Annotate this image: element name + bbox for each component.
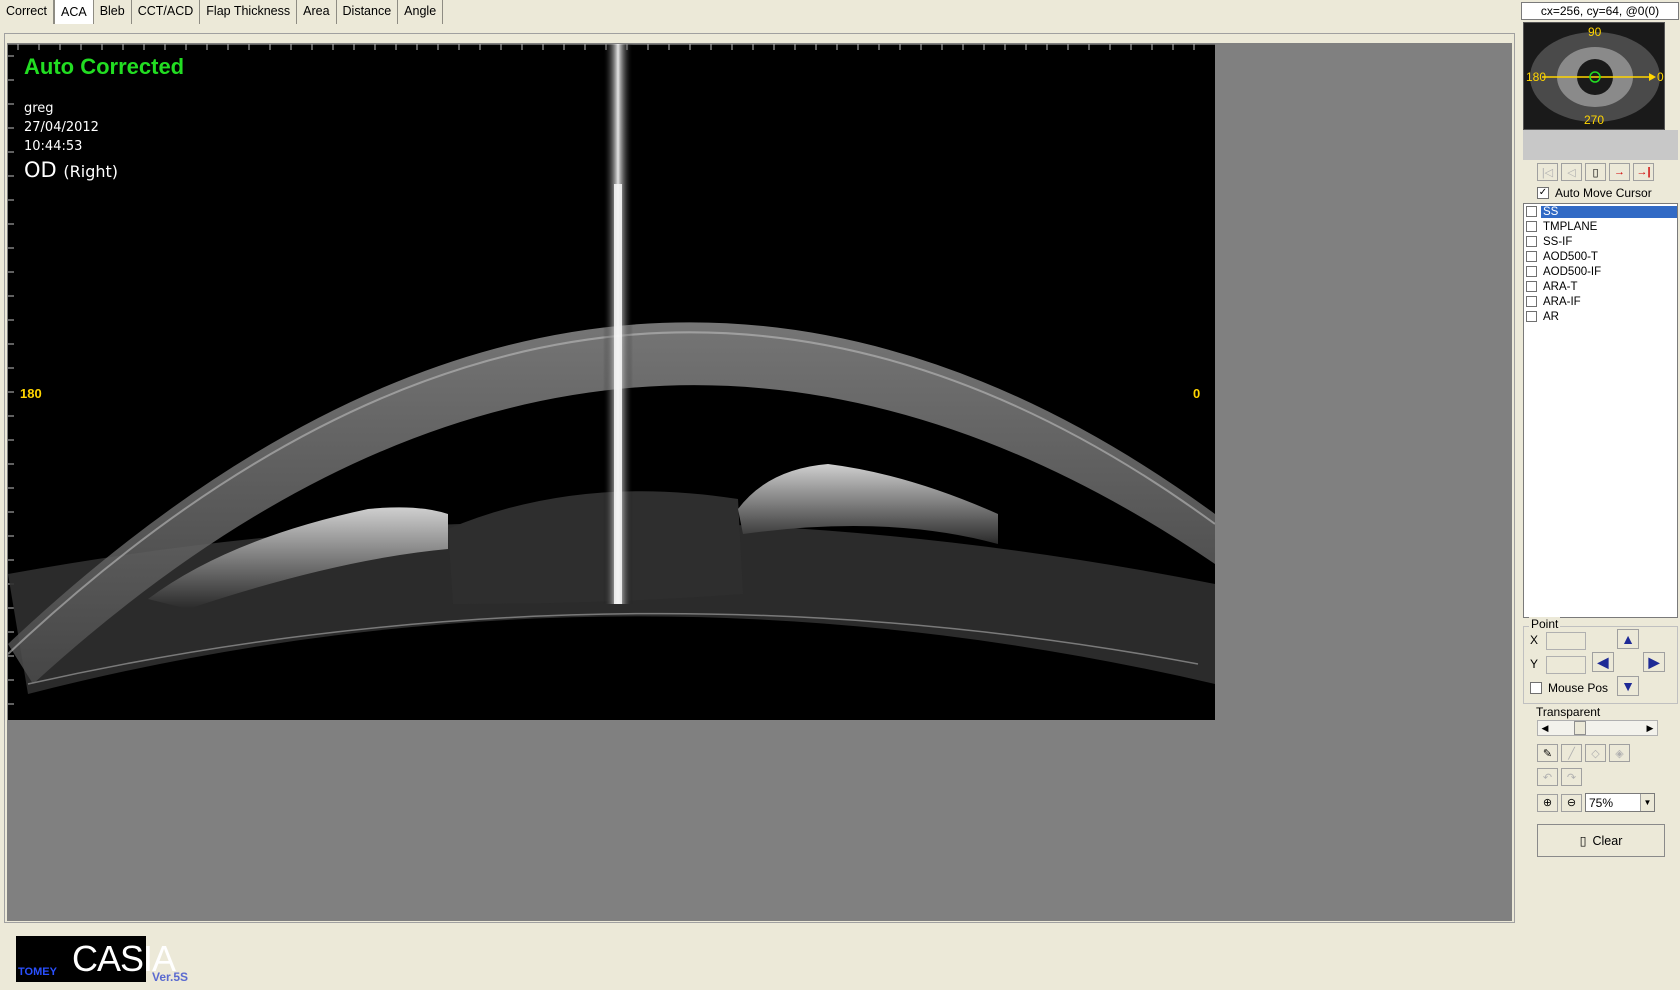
pen-tool-icon[interactable]: ╱ bbox=[1561, 744, 1582, 762]
tab-aca[interactable]: ACA bbox=[53, 0, 94, 24]
redo-icon[interactable]: ↷ bbox=[1561, 768, 1582, 786]
point-group-title: Point bbox=[1529, 617, 1561, 631]
checkbox-icon[interactable] bbox=[1526, 266, 1537, 277]
checkbox-icon[interactable] bbox=[1526, 221, 1537, 232]
transparent-label: Transparent bbox=[1536, 705, 1601, 719]
tab-bar: Correct ACA Bleb CCT/ACD Flap Thickness Area D… bbox=[0, 0, 444, 24]
list-item-label: ARA-T bbox=[1543, 280, 1578, 293]
angle-label-right: 0 bbox=[1193, 386, 1201, 401]
document-icon: ▯ bbox=[1579, 834, 1587, 848]
list-item[interactable]: TMPLANE bbox=[1524, 219, 1677, 234]
list-item-label: AOD500-T bbox=[1543, 250, 1598, 263]
arrow-left-button[interactable]: ◀ bbox=[1592, 652, 1614, 672]
list-item[interactable]: AOD500-T bbox=[1524, 249, 1677, 264]
zoom-out-icon[interactable]: ⊖ bbox=[1561, 793, 1582, 812]
zoom-in-icon[interactable]: ⊕ bbox=[1537, 793, 1558, 812]
undo-redo-toolbar: ↶ ↷ bbox=[1537, 768, 1582, 786]
zoom-toolbar: ⊕ ⊖ 75% ▼ bbox=[1537, 793, 1655, 812]
last-icon[interactable]: →| bbox=[1633, 163, 1654, 181]
auto-corrected-label: Auto Corrected bbox=[24, 54, 185, 79]
checkbox-icon[interactable] bbox=[1526, 296, 1537, 307]
chevron-down-icon[interactable]: ▼ bbox=[1640, 794, 1654, 811]
point-x-input[interactable] bbox=[1546, 632, 1586, 650]
thumbnail-scroll-area bbox=[1523, 130, 1678, 160]
thumb-label-top: 90 bbox=[1588, 25, 1602, 39]
eye-side: (Right) bbox=[63, 162, 119, 181]
eye-label: OD (Right) bbox=[24, 158, 118, 182]
erase-all-icon[interactable]: ◈ bbox=[1609, 744, 1630, 762]
zoom-value: 75% bbox=[1589, 795, 1614, 810]
list-item-label: SS bbox=[1541, 205, 1677, 218]
auto-move-cursor-label: Auto Move Cursor bbox=[1555, 186, 1652, 200]
scan-date: 27/04/2012 bbox=[24, 120, 99, 135]
checkbox-icon[interactable] bbox=[1526, 251, 1537, 262]
tab-distance[interactable]: Distance bbox=[336, 0, 399, 24]
arrow-up-button[interactable]: ▲ bbox=[1617, 629, 1639, 649]
eraser-tool-icon[interactable]: ◇ bbox=[1585, 744, 1606, 762]
checkbox-icon[interactable]: ✓ bbox=[1537, 187, 1549, 199]
thumb-label-bottom: 270 bbox=[1584, 113, 1605, 127]
tab-area[interactable]: Area bbox=[297, 0, 337, 24]
eye-code: OD bbox=[24, 158, 57, 182]
thumb-label-right: 0 bbox=[1657, 70, 1664, 84]
navigation-toolbar: |◁ ◁ ▯ → →| bbox=[1537, 163, 1654, 181]
cursor-readout: cx=256, cy=64, @0(0) bbox=[1521, 2, 1679, 20]
first-icon[interactable]: |◁ bbox=[1537, 163, 1558, 181]
point-y-input[interactable] bbox=[1546, 656, 1586, 674]
checkbox-icon[interactable] bbox=[1530, 682, 1542, 694]
slider-thumb[interactable] bbox=[1574, 721, 1586, 735]
list-item-label: ARA-IF bbox=[1543, 295, 1581, 308]
select-tool-icon[interactable]: ✎ bbox=[1537, 744, 1558, 762]
list-item[interactable]: ARA-IF bbox=[1524, 294, 1677, 309]
arrow-down-button[interactable]: ▼ bbox=[1617, 676, 1639, 696]
mouse-pos-checkbox[interactable]: Mouse Pos bbox=[1530, 681, 1608, 695]
undo-icon[interactable]: ↶ bbox=[1537, 768, 1558, 786]
list-item[interactable]: SS bbox=[1524, 204, 1677, 219]
list-item-label: AR bbox=[1543, 310, 1559, 323]
checkbox-icon[interactable] bbox=[1526, 206, 1537, 217]
angle-label-left: 180 bbox=[20, 386, 42, 401]
zoom-select[interactable]: 75% ▼ bbox=[1585, 793, 1655, 812]
list-item-label: AOD500-IF bbox=[1543, 265, 1602, 278]
transparency-slider[interactable]: ◀ ▶ bbox=[1537, 720, 1658, 736]
eye-thumbnail[interactable]: 90 180 0 270 bbox=[1523, 22, 1665, 130]
mouse-pos-label: Mouse Pos bbox=[1548, 681, 1609, 695]
version-label: Ver.5S bbox=[152, 970, 189, 984]
checkbox-icon[interactable] bbox=[1526, 311, 1537, 322]
arrow-right-button[interactable]: ▶ bbox=[1643, 652, 1665, 672]
tab-bleb[interactable]: Bleb bbox=[93, 0, 132, 24]
clear-button-label: Clear bbox=[1592, 833, 1623, 848]
document-icon[interactable]: ▯ bbox=[1585, 163, 1606, 181]
list-item-label: SS-IF bbox=[1543, 235, 1573, 248]
point-y-label: Y bbox=[1530, 657, 1539, 671]
measurement-list[interactable]: SS TMPLANE SS-IF AOD500-T AOD500-IF ARA-T ARA-… bbox=[1523, 203, 1678, 618]
patient-name: greg bbox=[24, 101, 54, 116]
tab-angle[interactable]: Angle bbox=[398, 0, 444, 24]
previous-icon[interactable]: ◁ bbox=[1561, 163, 1582, 181]
slider-right-arrow-icon[interactable]: ▶ bbox=[1643, 721, 1657, 735]
tab-correct[interactable]: Correct bbox=[0, 0, 54, 24]
slider-left-arrow-icon[interactable]: ◀ bbox=[1538, 721, 1552, 735]
drawing-toolbar: ✎ ╱ ◇ ◈ bbox=[1537, 744, 1630, 762]
list-item-label: TMPLANE bbox=[1543, 220, 1598, 233]
auto-move-cursor-checkbox[interactable]: ✓ Auto Move Cursor bbox=[1537, 186, 1652, 200]
tab-cct-acd[interactable]: CCT/ACD bbox=[131, 0, 201, 24]
oct-scan-graphic bbox=[8, 44, 1215, 705]
thumb-label-left: 180 bbox=[1526, 70, 1547, 84]
clear-button[interactable]: ▯ Clear bbox=[1537, 824, 1665, 857]
image-viewport[interactable]: Auto Corrected greg 27/04/2012 10:44:53 … bbox=[7, 43, 1512, 921]
tab-flap-thickness[interactable]: Flap Thickness bbox=[200, 0, 298, 24]
checkbox-icon[interactable] bbox=[1526, 236, 1537, 247]
checkbox-icon[interactable] bbox=[1526, 281, 1537, 292]
list-item[interactable]: ARA-T bbox=[1524, 279, 1677, 294]
list-item[interactable]: AR bbox=[1524, 309, 1677, 324]
tomey-logo-text: TOMEY bbox=[18, 966, 57, 978]
list-item[interactable]: SS-IF bbox=[1524, 234, 1677, 249]
casia-logo: TOMEY CASIA bbox=[16, 936, 176, 982]
oct-scan-image[interactable]: Auto Corrected greg 27/04/2012 10:44:53 … bbox=[8, 44, 1215, 720]
scan-time: 10:44:53 bbox=[24, 139, 83, 154]
point-x-label: X bbox=[1530, 633, 1539, 647]
next-icon[interactable]: → bbox=[1609, 163, 1630, 181]
list-item[interactable]: AOD500-IF bbox=[1524, 264, 1677, 279]
